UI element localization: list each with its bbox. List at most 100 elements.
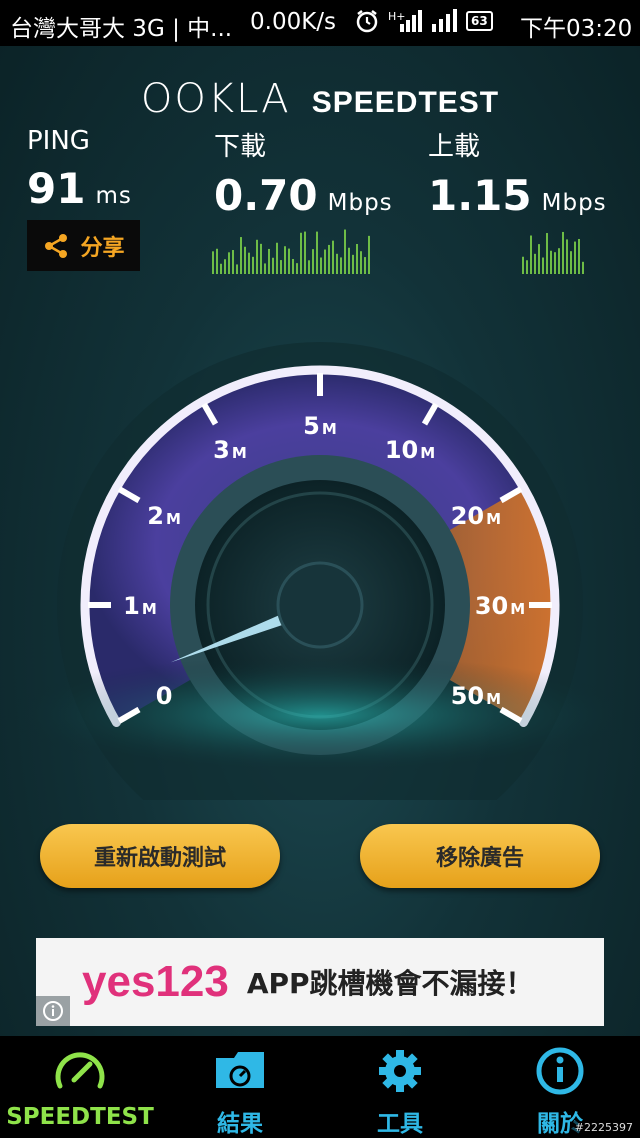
graph-bar [272,257,274,274]
ping-label: PING [27,126,90,156]
gauge-tick-unit: M [142,600,157,618]
graph-bar [248,252,250,274]
gauge-tick-unit: M [166,510,181,528]
gear-tooth [379,1067,387,1075]
ping-unit: ms [95,183,132,209]
graph-bar [542,257,544,274]
graph-bar [562,231,564,274]
ad-info-button[interactable] [36,996,70,1026]
graph-bar [368,235,370,274]
download-value: 0.70 [214,171,318,220]
status-bar: 台灣大哥大 3G | 中... 0.00K/s H+ 63 下午03:20 [0,0,640,46]
graph-bar [296,263,298,274]
gauge-tick-number: 3 [213,436,230,464]
download-graph [212,229,370,274]
graph-bar [546,233,548,274]
results-folder-icon [216,1052,264,1088]
graph-bar [364,257,366,274]
graph-bar [264,263,266,274]
alarm-icon [356,10,378,33]
gauge-tick-unit: M [322,420,337,438]
ookla-logo-text: OOKLA [140,76,291,122]
signal-h-icon: H+ [388,10,422,32]
svg-text:H+: H+ [388,10,406,23]
tab-tools-label: 工具 [377,1111,423,1137]
graph-bar [276,242,278,274]
gear-tooth [396,1084,404,1092]
graph-bar [554,252,556,274]
graph-bar [356,244,358,274]
gauge-tick-unit: M [486,510,501,528]
graph-bar [570,251,572,274]
graph-bar [316,231,318,274]
gear-tooth [396,1050,404,1058]
graph-bar [308,260,310,274]
graph-bar [336,253,338,274]
graph-bar [348,247,350,274]
gauge-tick-label: 0 [156,682,173,710]
speed-gauge: 01 M2 M3 M5 M10 M20 M30 M50 M [0,342,640,800]
gauge-tick-unit: M [486,690,501,708]
gauge-tick-number: 2 [147,502,164,530]
gauge-tick-unit: M [232,444,247,462]
graph-bar [232,250,234,274]
gauge-tick-unit: M [420,444,435,462]
network-speed: 0.00K/s [250,9,337,35]
upload-value: 1.15 [428,171,532,220]
restart-test-button[interactable]: 重新啟動測試 [40,824,280,888]
gauge-tick-number: 0 [156,682,173,710]
graph-bar [224,259,226,274]
graph-bar [550,250,552,274]
ping-value: 91 [27,164,86,213]
graph-bar [582,261,584,274]
graph-bar [216,248,218,274]
graph-bar [300,232,302,274]
graph-bar [212,251,214,274]
graph-bar [340,257,342,274]
remove-ads-button[interactable]: 移除廣告 [360,824,600,888]
graph-bar [574,241,576,274]
ping-stat: PING 91 ms [27,126,132,213]
share-button[interactable]: 分享 [27,220,140,271]
tab-results[interactable]: 結果 [160,1036,320,1138]
tab-speedtest[interactable]: SPEEDTEST [0,1036,160,1138]
graph-bar [228,252,230,274]
download-label: 下載 [214,132,267,162]
graph-bar [260,243,262,274]
share-icon [45,233,68,258]
download-stat: 下載 0.70 Mbps [214,126,393,220]
clock: 下午03:20 [520,16,633,42]
upload-graph [522,231,584,274]
graph-bar [292,259,294,274]
speedtest-logo-text: SPEEDTEST [311,86,500,119]
gear-tooth [413,1067,421,1075]
graph-bar [244,246,246,274]
gear-icon [379,1050,421,1092]
graph-bar [240,237,242,274]
graph-bar [534,253,536,274]
speedometer-icon [55,1052,105,1089]
battery-icon: 63 [466,11,493,31]
ad-brand: yes123 [82,957,229,1006]
graph-bar [288,248,290,274]
graph-bar [526,260,528,274]
wave-floor [0,655,640,775]
download-unit: Mbps [327,190,393,216]
gauge-tick-number: 50 [451,682,484,710]
ad-text: APP跳槽機會不漏接！ [246,967,534,1000]
status-icons: H+ 63 [354,8,493,34]
graph-bar [256,239,258,274]
graph-bar [578,238,580,274]
ad-banner[interactable]: yes123 APP跳槽機會不漏接！ [36,938,604,1026]
graph-bar [280,260,282,274]
info-icon [43,1001,63,1021]
tab-tools[interactable]: 工具 [320,1036,480,1138]
gauge-tick-number: 20 [451,502,484,530]
graph-bar [538,244,540,274]
graph-bar [268,248,270,274]
upload-stat: 上載 1.15 Mbps [428,126,607,220]
graph-bar [320,257,322,274]
signal-icon [432,9,457,32]
upload-unit: Mbps [541,190,607,216]
graph-bar [344,229,346,274]
